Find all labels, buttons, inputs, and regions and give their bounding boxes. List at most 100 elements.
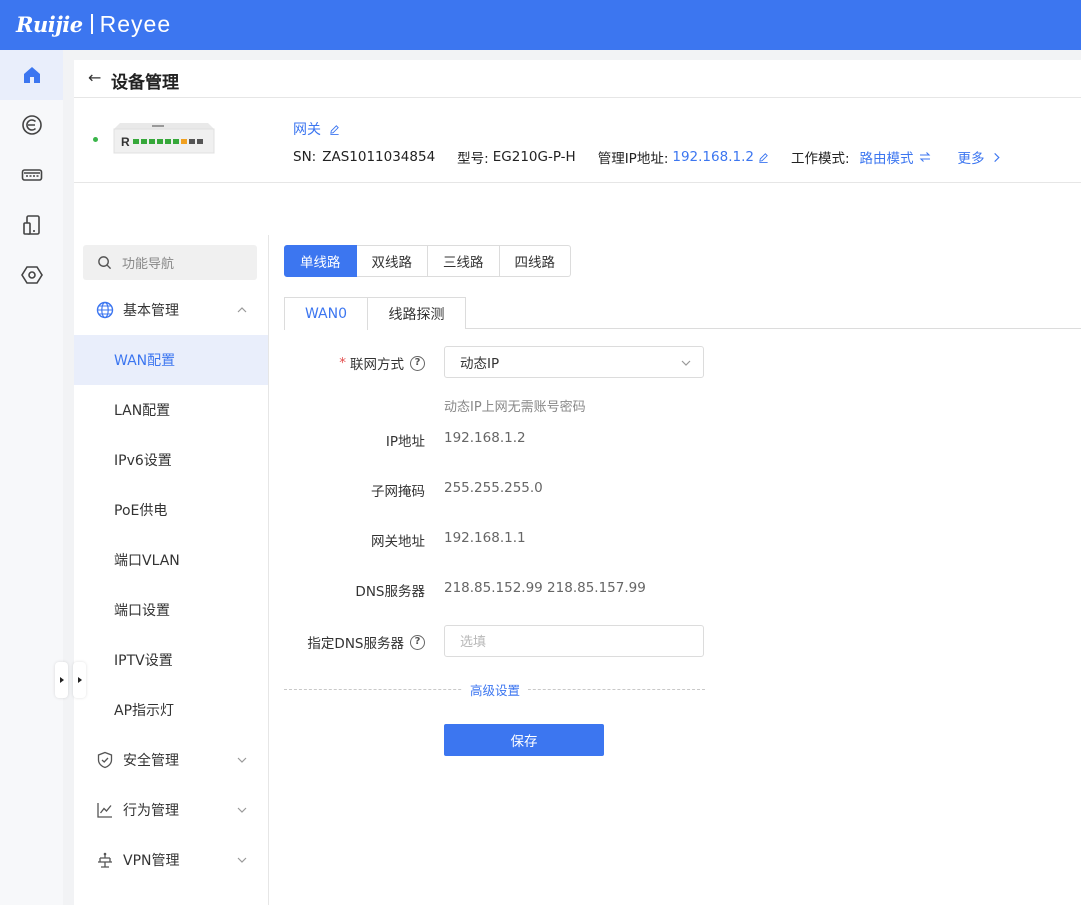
nav-group-label: 行为管理 [123, 803, 179, 819]
main-content: ← 设备管理 R 网关 SN: ZAS1011034854 型号: EG210G… [74, 60, 1081, 905]
icon-rail [0, 50, 63, 905]
nav-search-placeholder: 功能导航 [122, 257, 175, 272]
more-link[interactable]: 更多 [958, 147, 985, 167]
chevron-down-icon [681, 360, 691, 366]
gateway-label: 网关地址 [371, 534, 425, 550]
model-label: 型号: [457, 151, 489, 167]
line-tabs: 单线路 双线路 三线路 四线路 [284, 245, 571, 277]
logo-separator [90, 14, 93, 34]
switch-mode-icon[interactable] [919, 151, 931, 163]
page-header: ← 设备管理 [74, 60, 1081, 98]
advanced-settings-link[interactable]: 高级设置 [462, 680, 529, 699]
dns-label: DNS服务器 [355, 584, 425, 600]
nav-item-port-settings[interactable]: 端口设置 [74, 585, 268, 635]
tab-wan0[interactable]: WAN0 [284, 297, 368, 330]
nav-item-poe[interactable]: PoE供电 [74, 485, 268, 535]
required-mark: * [339, 355, 346, 371]
tab-dual-line[interactable]: 双线路 [356, 245, 428, 277]
conn-type-value: 动态IP [460, 356, 500, 372]
switch-icon [21, 169, 42, 181]
rail-home[interactable] [0, 50, 63, 100]
custom-dns-label: 指定DNS服务器 ? [307, 632, 425, 652]
top-bar: Ruijie Reyee [0, 0, 1081, 50]
function-nav: 功能导航 基本管理 WAN配置 LAN配置 IPv6设置 PoE供电 端口VLA… [74, 235, 269, 905]
edit-ip-icon[interactable] [758, 152, 769, 163]
mode-label: 工作模式: [790, 151, 850, 167]
wan-tabs: WAN0 线路探测 [284, 297, 1081, 330]
conn-type-select[interactable]: 动态IP [444, 346, 704, 378]
edit-pen-icon[interactable] [329, 124, 340, 135]
save-button[interactable]: 保存 [444, 724, 604, 756]
rail-switch[interactable] [0, 150, 63, 200]
nav-item-ipv6[interactable]: IPv6设置 [74, 435, 268, 485]
expand-arrow-icon[interactable] [55, 662, 68, 698]
conn-type-label-text: 联网方式 [350, 357, 404, 373]
expand-arrow-icon[interactable] [73, 662, 86, 698]
subnet-mask-label: 子网掩码 [371, 484, 425, 500]
nav-group-label: VPN管理 [123, 853, 180, 869]
cloud-icon [21, 115, 42, 135]
gateway-value: 192.168.1.1 [444, 530, 526, 546]
gateway-device-image: R [113, 123, 215, 154]
chevron-up-icon [237, 307, 247, 313]
device-icon [22, 215, 40, 235]
nav-item-ap-led[interactable]: AP指示灯 [74, 685, 268, 735]
back-arrow-icon[interactable]: ← [88, 68, 101, 87]
brand-name: Ruijie [16, 11, 83, 37]
ip-address-value: 192.168.1.2 [444, 430, 526, 446]
conn-type-hint: 动态IP上网无需账号密码 [444, 400, 586, 415]
chevron-right-icon[interactable] [991, 152, 1002, 163]
search-icon [98, 256, 112, 270]
chevron-down-icon [237, 857, 247, 863]
tab-triple-line[interactable]: 三线路 [428, 245, 500, 277]
ip-label: 管理IP地址: [597, 151, 669, 167]
rail-device[interactable] [0, 200, 63, 250]
nav-group-behavior[interactable]: 行为管理 [74, 785, 268, 835]
nav-item-wan[interactable]: WAN配置 [74, 335, 268, 385]
vpn-icon [98, 852, 112, 868]
online-status-dot [93, 137, 98, 142]
device-name[interactable]: 网关 [293, 119, 340, 139]
model-value: EG210G-P-H [492, 149, 576, 165]
custom-dns-label-text: 指定DNS服务器 [307, 636, 404, 652]
nav-group-vpn[interactable]: VPN管理 [74, 835, 268, 885]
conn-type-label: * 联网方式 ? [339, 353, 425, 373]
subnet-mask-value: 255.255.255.0 [444, 480, 543, 496]
rail-settings[interactable] [0, 250, 63, 300]
tab-single-line[interactable]: 单线路 [284, 245, 357, 277]
device-name-text: 网关 [293, 122, 321, 138]
settings-icon [20, 266, 43, 284]
nav-item-lan[interactable]: LAN配置 [74, 385, 268, 435]
nav-item-iptv[interactable]: IPTV设置 [74, 635, 268, 685]
chart-icon [97, 803, 112, 818]
chevron-down-icon [237, 757, 247, 763]
help-icon[interactable]: ? [410, 634, 425, 650]
collapse-handle[interactable] [55, 662, 87, 698]
page-title: 设备管理 [111, 73, 179, 93]
sn-value: ZAS1011034854 [322, 149, 436, 165]
nav-group-basic[interactable]: 基本管理 [74, 285, 268, 335]
shield-icon [97, 751, 113, 769]
home-icon [23, 67, 40, 83]
tab-line-detect[interactable]: 线路探测 [367, 297, 466, 329]
nav-group-security[interactable]: 安全管理 [74, 735, 268, 785]
device-summary: R 网关 SN: ZAS1011034854 型号: EG210G-P-H 管理… [74, 99, 1081, 183]
svg-text:R: R [121, 135, 130, 149]
ip-value[interactable]: 192.168.1.2 [672, 149, 754, 165]
nav-group-label: 安全管理 [123, 753, 179, 769]
help-icon[interactable]: ? [410, 355, 425, 371]
nav-item-port-vlan[interactable]: 端口VLAN [74, 535, 268, 585]
brand-product: Reyee [99, 10, 172, 37]
sn-label: SN: [293, 149, 317, 165]
nav-search[interactable]: 功能导航 [83, 245, 257, 280]
rail-cloud[interactable] [0, 100, 63, 150]
device-info-line: SN: ZAS1011034854 型号: EG210G-P-H 管理IP地址:… [293, 147, 1002, 167]
tab-quad-line[interactable]: 四线路 [499, 245, 571, 277]
brand-logo[interactable]: Ruijie Reyee [16, 9, 171, 39]
mode-value[interactable]: 路由模式 [860, 147, 914, 167]
nav-group-label: 基本管理 [123, 303, 179, 319]
dns-value: 218.85.152.99 218.85.157.99 [444, 580, 646, 596]
ip-address-label: IP地址 [385, 434, 425, 450]
globe-icon [96, 301, 114, 319]
custom-dns-input[interactable] [444, 625, 704, 657]
